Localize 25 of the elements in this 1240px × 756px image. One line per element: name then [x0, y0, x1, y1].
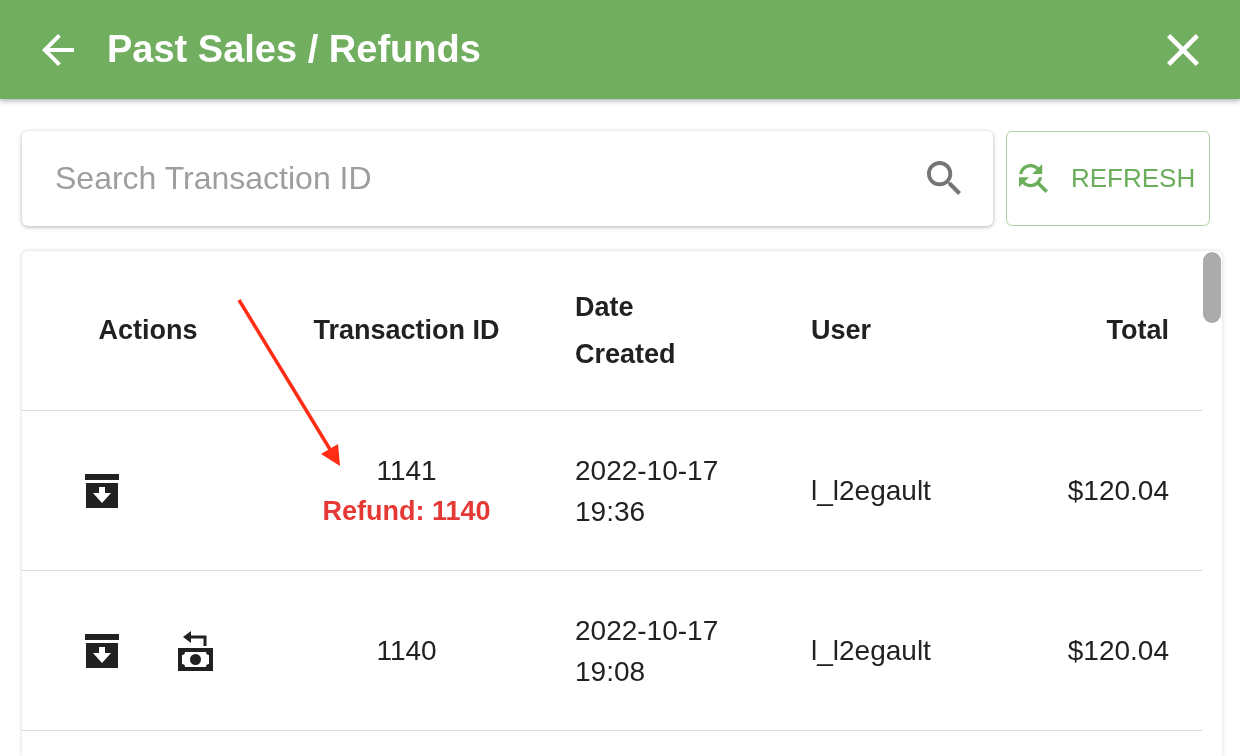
refresh-icon: [1019, 164, 1048, 193]
refresh-button[interactable]: REFRESH: [1006, 131, 1210, 226]
total-amount: $120.04: [1067, 475, 1169, 506]
column-header: User: [811, 314, 872, 347]
scrollbar-thumb[interactable]: [1203, 252, 1221, 323]
date-created: 2022-10-17 19:08: [575, 613, 720, 689]
transaction-id: 1141: [376, 453, 437, 488]
date-created: 2022-10-17 19:36: [575, 453, 720, 529]
archive-icon[interactable]: [85, 473, 119, 508]
refund-reference: Refund: 1140: [322, 494, 491, 528]
archive-icon[interactable]: [85, 633, 119, 668]
column-header: Actions: [98, 314, 198, 347]
user-name: l_l2egault: [811, 635, 931, 666]
cash-arrow-icon[interactable]: [178, 630, 213, 671]
column-header: Date Created: [575, 290, 676, 371]
transaction-id: 1140: [376, 634, 437, 668]
user-name: l_l2egault: [811, 475, 931, 506]
back-arrow-icon[interactable]: [42, 33, 74, 66]
page-title: Past Sales / Refunds: [107, 26, 481, 72]
column-header: Transaction ID: [313, 314, 500, 347]
search-field[interactable]: Search Transaction ID: [22, 131, 993, 226]
close-icon[interactable]: [1167, 33, 1199, 66]
column-header: Total: [1106, 314, 1169, 347]
total-amount: $120.04: [1067, 635, 1169, 666]
search-icon: [927, 161, 961, 195]
